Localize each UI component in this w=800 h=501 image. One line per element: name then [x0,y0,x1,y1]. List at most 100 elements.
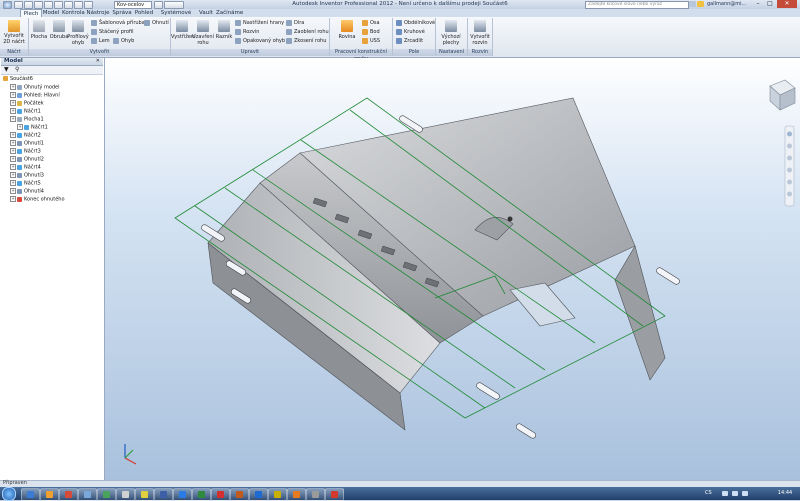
look-at-icon[interactable] [787,179,792,185]
fold-label[interactable]: Ohnutí [152,20,169,26]
tree-node[interactable]: + Konec ohnutého [10,196,65,203]
create-flat-pattern-icon[interactable] [474,20,486,32]
point-label[interactable]: Bod [370,29,380,35]
tab-item[interactable]: Začínáme [216,9,243,17]
slot[interactable] [515,423,537,440]
tab-hole[interactable] [507,216,513,222]
tree-node[interactable]: + Náčrt3 [10,148,41,155]
expand-icon[interactable]: + [10,148,16,154]
ucs-label[interactable]: USS [370,38,380,44]
expand-icon[interactable]: + [10,132,16,138]
cut-label[interactable]: Vystřižení [171,34,196,40]
taskbar-app-button[interactable] [287,488,306,501]
tab-item[interactable]: Správa [112,9,132,17]
expand-icon[interactable]: + [17,124,23,130]
bend-label[interactable]: Ohyb [121,38,134,44]
slot[interactable] [655,267,680,286]
maximize-button[interactable]: □ [764,0,776,8]
expand-icon[interactable]: + [10,180,16,186]
tree-node[interactable]: + Ohnutí4 [10,188,44,195]
hole-icon[interactable] [286,20,292,26]
corner-chamfer-icon[interactable] [286,38,292,44]
cut-icon[interactable] [176,20,188,32]
punch-tool-icon[interactable] [218,20,230,32]
expand-icon[interactable]: + [10,164,16,170]
hem-icon[interactable] [91,38,97,44]
expand-icon[interactable]: + [10,188,16,194]
face-label[interactable]: Plocha [29,34,49,40]
unfold-icon[interactable] [235,29,241,35]
corner-seam-icon[interactable] [197,20,209,32]
tab-item[interactable]: Pohled [134,9,154,17]
rectangular-pattern-label[interactable]: Obdélníkové [404,20,435,26]
expand-icon[interactable]: + [10,108,16,114]
expand-icon[interactable]: + [10,196,16,202]
viewcube[interactable] [769,79,796,111]
rectangular-pattern-icon[interactable] [396,20,402,26]
tree-node[interactable]: + Náčrt2 [10,132,41,139]
fold-icon[interactable] [144,20,150,26]
expand-icon[interactable]: + [10,92,16,98]
user-name[interactable]: gallmann@mi... [707,1,746,7]
tree-node[interactable]: + Náčrt1 [10,108,41,115]
pan-icon[interactable] [787,143,792,149]
orbit-icon[interactable] [787,167,792,173]
taskbar-app-button[interactable] [306,488,325,501]
expand-icon[interactable]: + [10,116,16,122]
tab-item[interactable]: Systémové prostředí [156,9,196,24]
sheet-metal-defaults-label[interactable]: Výchozí plechy [437,34,465,46]
taskbar-app-button[interactable] [40,488,59,501]
taskbar-app-button[interactable] [59,488,78,501]
graphics-window[interactable] [105,58,800,480]
axis-label[interactable]: Osa [370,20,380,26]
create-2d-sketch-label[interactable]: Vytvořit 2D náčrt [0,33,28,45]
refold-label[interactable]: Opakovaný ohyb [243,38,285,44]
taskbar-app-button[interactable] [249,488,268,501]
taskbar-app-button[interactable] [78,488,97,501]
tab-item[interactable]: Vault [198,9,214,17]
close-icon[interactable]: ✕ [96,58,100,65]
rect-cutout[interactable] [509,282,576,327]
circular-pattern-icon[interactable] [396,29,402,35]
tree-node[interactable]: + Náčrt5 [10,180,41,187]
taskbar-app-button[interactable] [135,488,154,501]
rip-label[interactable]: Nastřižení hrany [243,20,284,26]
tray-icon[interactable] [742,491,748,496]
metal-flange-back[interactable] [614,245,666,381]
start-button[interactable] [2,487,16,501]
mirror-label[interactable]: Zrcadlit [404,38,423,44]
sheet-metal-defaults-icon[interactable] [445,20,457,32]
tree-node[interactable]: + Ohnutí2 [10,156,44,163]
contour-flange-icon[interactable] [53,20,65,32]
search-icon[interactable] [689,1,696,7]
volume-icon[interactable] [732,491,738,496]
taskbar-app-button[interactable] [268,488,287,501]
expand-icon[interactable]: + [10,156,16,162]
tree-node[interactable]: + Ohnutí3 [10,172,44,179]
taskbar-app-button[interactable] [325,488,344,501]
expand-icon[interactable]: + [10,172,16,178]
taskbar-app-button[interactable] [230,488,249,501]
ucs-icon[interactable] [362,38,368,44]
tab-item[interactable]: Kontrola [62,9,85,17]
taskbar-app-button[interactable] [116,488,135,501]
lofted-flange-label[interactable]: Šablonová příruba [99,20,145,26]
contour-roll-label[interactable]: Profilový ohyb [67,34,89,46]
unfold-label[interactable]: Rozvin [243,29,259,35]
tree-node[interactable]: + Počátek [10,100,44,107]
tree-node[interactable]: + Ohnutí1 [10,140,44,147]
tree-node[interactable]: + Náčrt1 [17,124,48,131]
tree-node[interactable]: + Ohnutý model [10,84,60,91]
refold-icon[interactable] [235,38,241,44]
taskbar-app-button[interactable] [211,488,230,501]
plane-icon[interactable] [341,20,353,32]
corner-round-icon[interactable] [286,29,292,35]
slot[interactable] [475,382,500,401]
model-canvas[interactable] [105,58,800,480]
expand-icon[interactable]: + [10,84,16,90]
roll-profile-icon[interactable] [91,29,97,35]
contour-roll-icon[interactable] [72,20,84,32]
expand-icon[interactable]: + [10,140,16,146]
search-input[interactable]: Zadejte klíčové slovo nebo výraz [585,1,689,9]
circular-pattern-label[interactable]: Kruhové [404,29,425,35]
